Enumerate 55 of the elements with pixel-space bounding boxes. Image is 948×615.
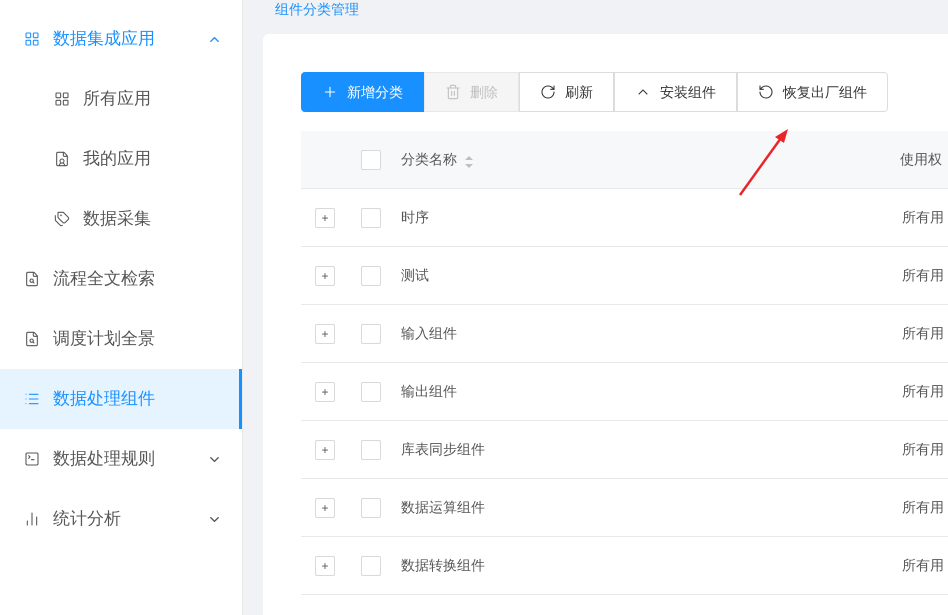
expand-button[interactable]: + xyxy=(315,498,335,518)
document-user-icon xyxy=(54,151,70,167)
checkbox[interactable] xyxy=(361,208,381,228)
refresh-icon xyxy=(540,84,556,100)
grid-icon xyxy=(24,31,40,47)
table-cell-text: 测试 xyxy=(401,266,430,285)
toolbar-button[interactable]: 刷新 xyxy=(519,72,614,112)
checkbox[interactable] xyxy=(361,266,381,286)
expand-button[interactable]: + xyxy=(315,440,335,460)
table-cell-text: 数据转换组件 xyxy=(401,556,486,575)
expand-button[interactable]: + xyxy=(315,324,335,344)
checkbox[interactable] xyxy=(361,150,381,170)
grid-icon xyxy=(54,91,70,107)
sidebar-item[interactable]: 统计分析 xyxy=(0,489,242,549)
table-cell-text: 所有用 xyxy=(902,556,944,575)
toolbar-button[interactable]: 安装组件 xyxy=(614,72,737,112)
plus-icon xyxy=(322,84,338,100)
checkbox[interactable] xyxy=(361,324,381,344)
table-cell-text: 所有用 xyxy=(902,440,944,459)
toolbar-button[interactable]: 恢复出厂组件 xyxy=(737,72,888,112)
checkbox[interactable] xyxy=(361,382,381,402)
table-cell-text: 所有用 xyxy=(902,208,944,227)
expand-button[interactable]: + xyxy=(315,382,335,402)
terminal-icon xyxy=(24,451,40,467)
table-cell-text: 所有用 xyxy=(902,266,944,285)
document-search-icon xyxy=(24,271,40,287)
submenu-item[interactable]: 所有应用 xyxy=(0,69,242,129)
table-cell-text: 数据运算组件 xyxy=(401,498,486,517)
expand-button[interactable]: + xyxy=(315,556,335,576)
submenu-item[interactable]: 我的应用 xyxy=(0,129,242,189)
table-cell-text: 输入组件 xyxy=(401,324,458,343)
sidebar-item[interactable]: 数据处理规则 xyxy=(0,429,242,489)
expand-button[interactable]: + xyxy=(315,266,335,286)
submenu-item[interactable]: 数据采集 xyxy=(0,189,242,249)
checkbox[interactable] xyxy=(361,440,381,460)
checkbox[interactable] xyxy=(361,498,381,518)
tag-icon xyxy=(54,211,70,227)
table-cell-text: 库表同步组件 xyxy=(401,440,486,459)
restore-icon xyxy=(758,84,774,100)
table-cell-text: 所有用 xyxy=(902,382,944,401)
expand-button[interactable]: + xyxy=(315,208,335,228)
trash-icon xyxy=(445,84,461,100)
checkbox[interactable] xyxy=(361,556,381,576)
table-cell-text: 所有用 xyxy=(902,324,944,343)
table-cell-text: 所有用 xyxy=(902,498,944,517)
column-header[interactable]: 分类名称 xyxy=(401,149,457,170)
bar-chart-icon xyxy=(24,511,40,527)
sidebar-item[interactable]: 流程全文检索 xyxy=(0,249,242,309)
annotation-arrow xyxy=(737,128,791,198)
table-cell-text: 输出组件 xyxy=(401,382,458,401)
table-cell-text: 时序 xyxy=(401,208,430,227)
sidebar-item[interactable]: 调度计划全景 xyxy=(0,309,242,369)
document-search-icon xyxy=(24,331,40,347)
sort-icon[interactable] xyxy=(464,154,474,170)
column-header: 使用权 xyxy=(900,150,942,169)
